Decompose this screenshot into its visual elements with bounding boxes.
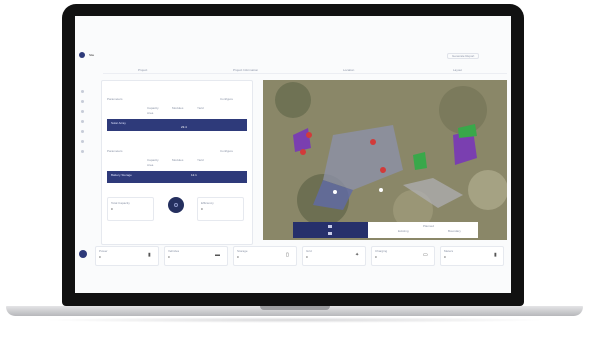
stat-card-vehicles: Vehicles 0 ▬ — [164, 246, 228, 266]
sidebar-item-sites[interactable] — [81, 100, 84, 103]
stat-card-power: Power 0 ▮ — [95, 246, 159, 266]
sidebar-item-layout[interactable] — [81, 110, 84, 113]
tab-location[interactable]: Location — [343, 68, 354, 72]
file-icon: ▮ — [148, 252, 151, 258]
page-title: Site — [89, 53, 95, 57]
sidebar-item-energy[interactable] — [81, 120, 84, 123]
row-label: Modules — [172, 106, 184, 110]
ruler-icon[interactable] — [328, 232, 332, 235]
panel-top-heading: Parameters — [107, 97, 123, 101]
efficiency-card: Efficiency 0 — [197, 197, 244, 221]
map-legend: Existing Planned Boundary — [368, 222, 478, 238]
bar-label: Solar Array — [111, 121, 126, 125]
tab-project[interactable]: Project — [138, 68, 147, 72]
stat-label: Power — [99, 249, 108, 253]
laptop-shadow — [40, 317, 549, 323]
stat-card-storage: Storage 0 ▯ — [233, 246, 297, 266]
stat-value: 0 — [237, 255, 239, 259]
sidebar — [81, 90, 84, 153]
stat-label: Storage — [237, 249, 248, 253]
fab-button[interactable] — [79, 250, 87, 258]
row-label: Capacity — [147, 158, 159, 162]
network-icon: ✦ — [355, 252, 360, 258]
satellite-map-image — [263, 80, 507, 240]
app-logo — [79, 52, 85, 58]
card-label: Efficiency — [201, 201, 214, 205]
map-toolbar — [293, 222, 368, 238]
legend-boundary: Boundary — [448, 229, 461, 233]
row-label: Capacity — [147, 106, 159, 110]
stat-label: Meters — [444, 249, 454, 253]
stat-card-charging: Charging 0 ▭ — [371, 246, 435, 266]
bar-value: 23.4 — [181, 125, 187, 129]
solar-array-bar[interactable]: Solar Array 23.4 — [107, 119, 247, 131]
stat-value: 0 — [168, 255, 170, 259]
center-action-button[interactable] — [168, 197, 184, 213]
stat-card-grid: Grid 0 ✦ — [302, 246, 366, 266]
legend-planned: Planned — [423, 224, 435, 228]
parameters-panel: Parameters Configure Capacity Modules Yi… — [101, 80, 253, 245]
tab-project-information[interactable]: Project Information — [233, 68, 258, 72]
panel-bottom-configure-link[interactable]: Configure — [220, 149, 233, 153]
stat-label: Grid — [306, 249, 312, 253]
stat-value: 0 — [306, 255, 308, 259]
bar-label: Battery Storage — [111, 173, 132, 177]
card-label: Total Capacity — [111, 201, 130, 205]
sidebar-item-dashboard[interactable] — [81, 90, 84, 93]
stat-value: 0 — [444, 255, 446, 259]
stats-strip: Power 0 ▮ Vehicles 0 ▬ Storage 0 ▯ Grid … — [95, 246, 507, 266]
row-label: Modules — [172, 158, 184, 162]
generate-report-button[interactable]: Generate Report — [447, 53, 480, 59]
meter-icon: ▮ — [494, 252, 497, 258]
laptop-notch — [260, 306, 330, 310]
row-label: Area — [147, 163, 154, 167]
car-icon: ▬ — [215, 252, 220, 258]
card-value: 0 — [111, 207, 113, 211]
sidebar-item-reports[interactable] — [81, 140, 84, 143]
battery-storage-bar[interactable]: Battery Storage 12.1 — [107, 171, 247, 183]
tab-bar: Project Project Information Location Lay… — [103, 67, 507, 74]
stat-value: 0 — [375, 255, 377, 259]
legend-existing: Existing — [398, 229, 409, 233]
app-screen: Site Generate Report Project Project Inf… — [75, 16, 511, 293]
total-capacity-card: Total Capacity 0 — [107, 197, 154, 221]
battery-icon: ▯ — [286, 252, 289, 258]
row-label: Area — [147, 111, 154, 115]
panel-top-configure-link[interactable]: Configure — [220, 97, 233, 101]
site-map[interactable]: Existing Planned Boundary — [263, 80, 507, 240]
card-value: 0 — [201, 207, 203, 211]
stat-label: Vehicles — [168, 249, 180, 253]
sidebar-item-finance[interactable] — [81, 130, 84, 133]
row-label: Yield — [197, 106, 204, 110]
target-icon — [174, 203, 178, 207]
charger-icon: ▭ — [423, 252, 428, 258]
stat-card-meters: Meters 0 ▮ — [440, 246, 504, 266]
bar-value: 12.1 — [191, 173, 197, 177]
stat-value: 0 — [99, 255, 101, 259]
layers-icon[interactable] — [328, 225, 332, 228]
panel-bottom-heading: Parameters — [107, 149, 123, 153]
sidebar-item-settings[interactable] — [81, 150, 84, 153]
stat-label: Charging — [375, 249, 388, 253]
row-label: Yield — [197, 158, 204, 162]
tab-layout[interactable]: Layout — [453, 68, 462, 72]
